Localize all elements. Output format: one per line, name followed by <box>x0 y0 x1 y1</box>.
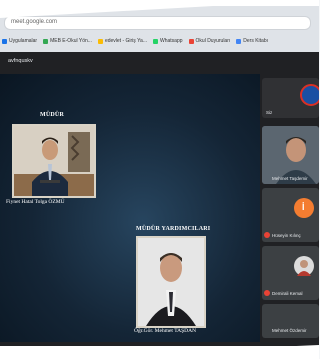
bookmarks-bar: Uygulamalar MEB E-Okul Yön... edevlet - … <box>2 34 317 48</box>
slide-title-right: MÜDÜR YARDIMCILARI <box>136 226 211 232</box>
bookmark-apps[interactable]: Uygulamalar <box>2 38 37 44</box>
bookmark-edevlet[interactable]: edevlet - Giriş Ya... <box>97 38 148 44</box>
participant-tile-1[interactable]: Mehmet Taşdemir <box>262 126 319 184</box>
page-edge-top <box>0 0 319 18</box>
participant-tile-2[interactable]: İ Hüseyin Kılınç <box>262 188 319 242</box>
presentation-stage: MÜDÜR Fiynet Hatal Tolga ÖZMÜ MÜDÜR YARD… <box>0 74 260 342</box>
address-text: meet.google.com <box>11 19 58 25</box>
avatar-letter: İ <box>302 202 305 212</box>
meeting-code: avfnquskv <box>8 58 33 64</box>
bookmark-favicon-icon <box>43 38 49 44</box>
participant-name-1: Mehmet Taşdemir <box>272 176 308 181</box>
bookmark-label: Whatsapp <box>160 38 183 44</box>
participant-name-3: Demirali Kemal <box>272 291 303 296</box>
mic-off-icon <box>264 232 270 238</box>
vice-principal-photo <box>136 236 206 328</box>
bookmark-label: Okul Duyuruları <box>195 38 231 44</box>
participant-tile-4[interactable]: Mehmet Özdemir <box>262 304 319 338</box>
slide-title-left: MÜDÜR <box>40 112 64 118</box>
school-logo-avatar <box>300 84 319 106</box>
meeting-header: avfnquskv <box>0 52 319 74</box>
bookmark-whatsapp[interactable]: Whatsapp <box>153 38 183 44</box>
bookmark-favicon-icon <box>236 38 242 44</box>
page-edge-bottom <box>0 345 319 359</box>
self-label: Siz <box>266 110 273 115</box>
bookmark-favicon-icon <box>97 38 103 44</box>
bookmark-label: MEB E-Okul Yön... <box>50 38 92 44</box>
bookmark-ders[interactable]: Ders Kitabı <box>236 38 268 44</box>
apps-icon <box>2 38 7 44</box>
principal-photo <box>12 124 96 198</box>
participant-tile-self[interactable]: Siz <box>262 78 319 118</box>
bookmark-label: edevlet - Giriş Ya... <box>104 38 148 44</box>
participant-avatar-3 <box>294 256 314 276</box>
person-portrait-2 <box>138 238 204 326</box>
bookmark-eokul[interactable]: MEB E-Okul Yön... <box>43 38 92 44</box>
whatsapp-icon <box>153 38 159 44</box>
participant-name-4: Mehmet Özdemir <box>272 328 307 333</box>
profile-photo-icon <box>297 260 311 276</box>
participants-panel: Siz Mehmet Taşdemir İ Hüseyin Kılınç Dem… <box>260 74 319 342</box>
participant-name-2: Hüseyin Kılınç <box>272 233 301 238</box>
mic-off-icon <box>264 290 270 296</box>
screen-frame: Google Meet meet.google.com Uygulamalar … <box>0 0 319 359</box>
bookmark-favicon-icon <box>188 38 194 44</box>
participant-tile-3[interactable]: Demirali Kemal <box>262 246 319 300</box>
vice-principal-name: Öğr.Gör. Mehmet TAŞDAN <box>134 328 197 334</box>
principal-name: Fiynet Hatal Tolga ÖZMÜ <box>6 199 65 205</box>
person-portrait-1 <box>14 126 94 196</box>
address-bar[interactable]: meet.google.com <box>4 16 311 30</box>
bookmark-label: Uygulamalar <box>9 38 38 44</box>
bookmark-label: Ders Kitabı <box>243 38 268 44</box>
bookmark-okul[interactable]: Okul Duyuruları <box>188 38 231 44</box>
